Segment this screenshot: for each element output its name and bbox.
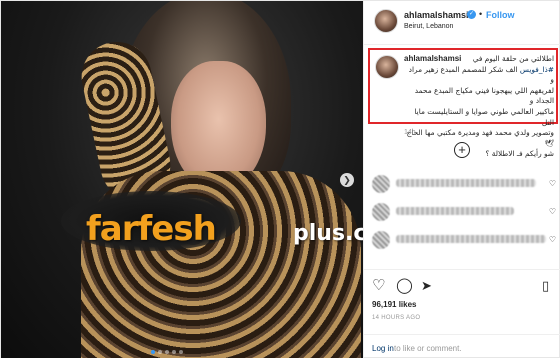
heart-icon[interactable]: ♡ [549,179,556,188]
heart-icon[interactable]: ♡ [549,207,556,216]
carousel-dot [165,350,169,354]
carousel-dots [151,350,183,354]
post-timestamp[interactable]: 14 HOURS AGO [372,315,420,321]
next-slide-icon[interactable]: ❯ [340,173,354,187]
caption-line-4: ماكيير العالمي طوني صوايا و الستايليست م… [414,106,554,127]
post-photo[interactable]: farfesh plus.com ❯ [1,1,363,358]
heart-icon[interactable]: ♡ [549,235,556,244]
load-more-comments-icon[interactable]: + [454,142,470,158]
list-item: ♡ [372,201,556,225]
separator: • [479,9,483,19]
avatar [372,203,390,221]
blurred-comment [396,179,536,187]
caption-time: 14h [404,129,416,136]
likes-count[interactable]: 96,191 likes [372,300,416,309]
caption-line-5: وتصوير ولدي محمد فهد ومديرة مكتبي مها ال… [406,128,554,148]
login-link[interactable]: Log in [372,344,394,353]
list-item: ♡ [372,229,556,253]
caption-highlight: اطلالتي من حلقة اليوم في ahlamalshamsi #… [368,48,558,158]
bookmark-icon[interactable]: ▯ [542,278,549,293]
caption-text: اطلالتي من حلقة اليوم في ahlamalshamsi #… [404,54,554,160]
hashtag-link[interactable]: #ذا_فويس [520,65,554,74]
avatar [372,231,390,249]
verified-icon: ✓ [467,10,476,19]
login-row: Log in to like or comment. [364,334,560,358]
caption-line-1: اطلالتي من حلقة اليوم في [472,54,554,63]
post-actions: ♡ ◯ ➤ ▯ 96,191 likes 14 HOURS AGO Log in… [364,269,560,358]
carousel-dot [158,350,162,354]
heart-icon[interactable]: ♡ [372,278,385,293]
caption-line-3: لفريقهم اللي يبهجونا فيني مكياج المبدع م… [414,85,554,106]
carousel-dot [179,350,183,354]
post-side-panel: ahlamalshamsi ✓ • Follow Beirut, Lebanon… [363,1,560,358]
share-icon[interactable]: ➤ [421,278,432,293]
carousel-dot [151,350,155,354]
post-header: ahlamalshamsi ✓ • Follow Beirut, Lebanon [364,1,560,45]
comment-icon[interactable]: ◯ [396,278,413,293]
avatar[interactable] [374,9,398,33]
header-username[interactable]: ahlamalshamsi [404,10,469,20]
watermark-brand: farfesh [86,209,217,249]
caption-avatar[interactable] [375,55,399,79]
blurred-comment [396,235,546,243]
watermark-suffix: plus.com [293,221,363,246]
list-item: ♡ [372,173,556,197]
caption-line-6: شو رأيكم فـ الاطلالة ؟ [485,149,554,159]
login-prompt: to like or comment. [394,344,462,353]
instagram-post: farfesh plus.com ❯ ahlamalshamsi ✓ • Fol… [0,0,560,358]
caption-username[interactable]: ahlamalshamsi [404,54,461,65]
avatar [372,175,390,193]
location-link[interactable]: Beirut, Lebanon [404,23,453,30]
follow-button[interactable]: Follow [486,10,515,20]
carousel-dot [172,350,176,354]
blurred-comment [396,207,514,215]
